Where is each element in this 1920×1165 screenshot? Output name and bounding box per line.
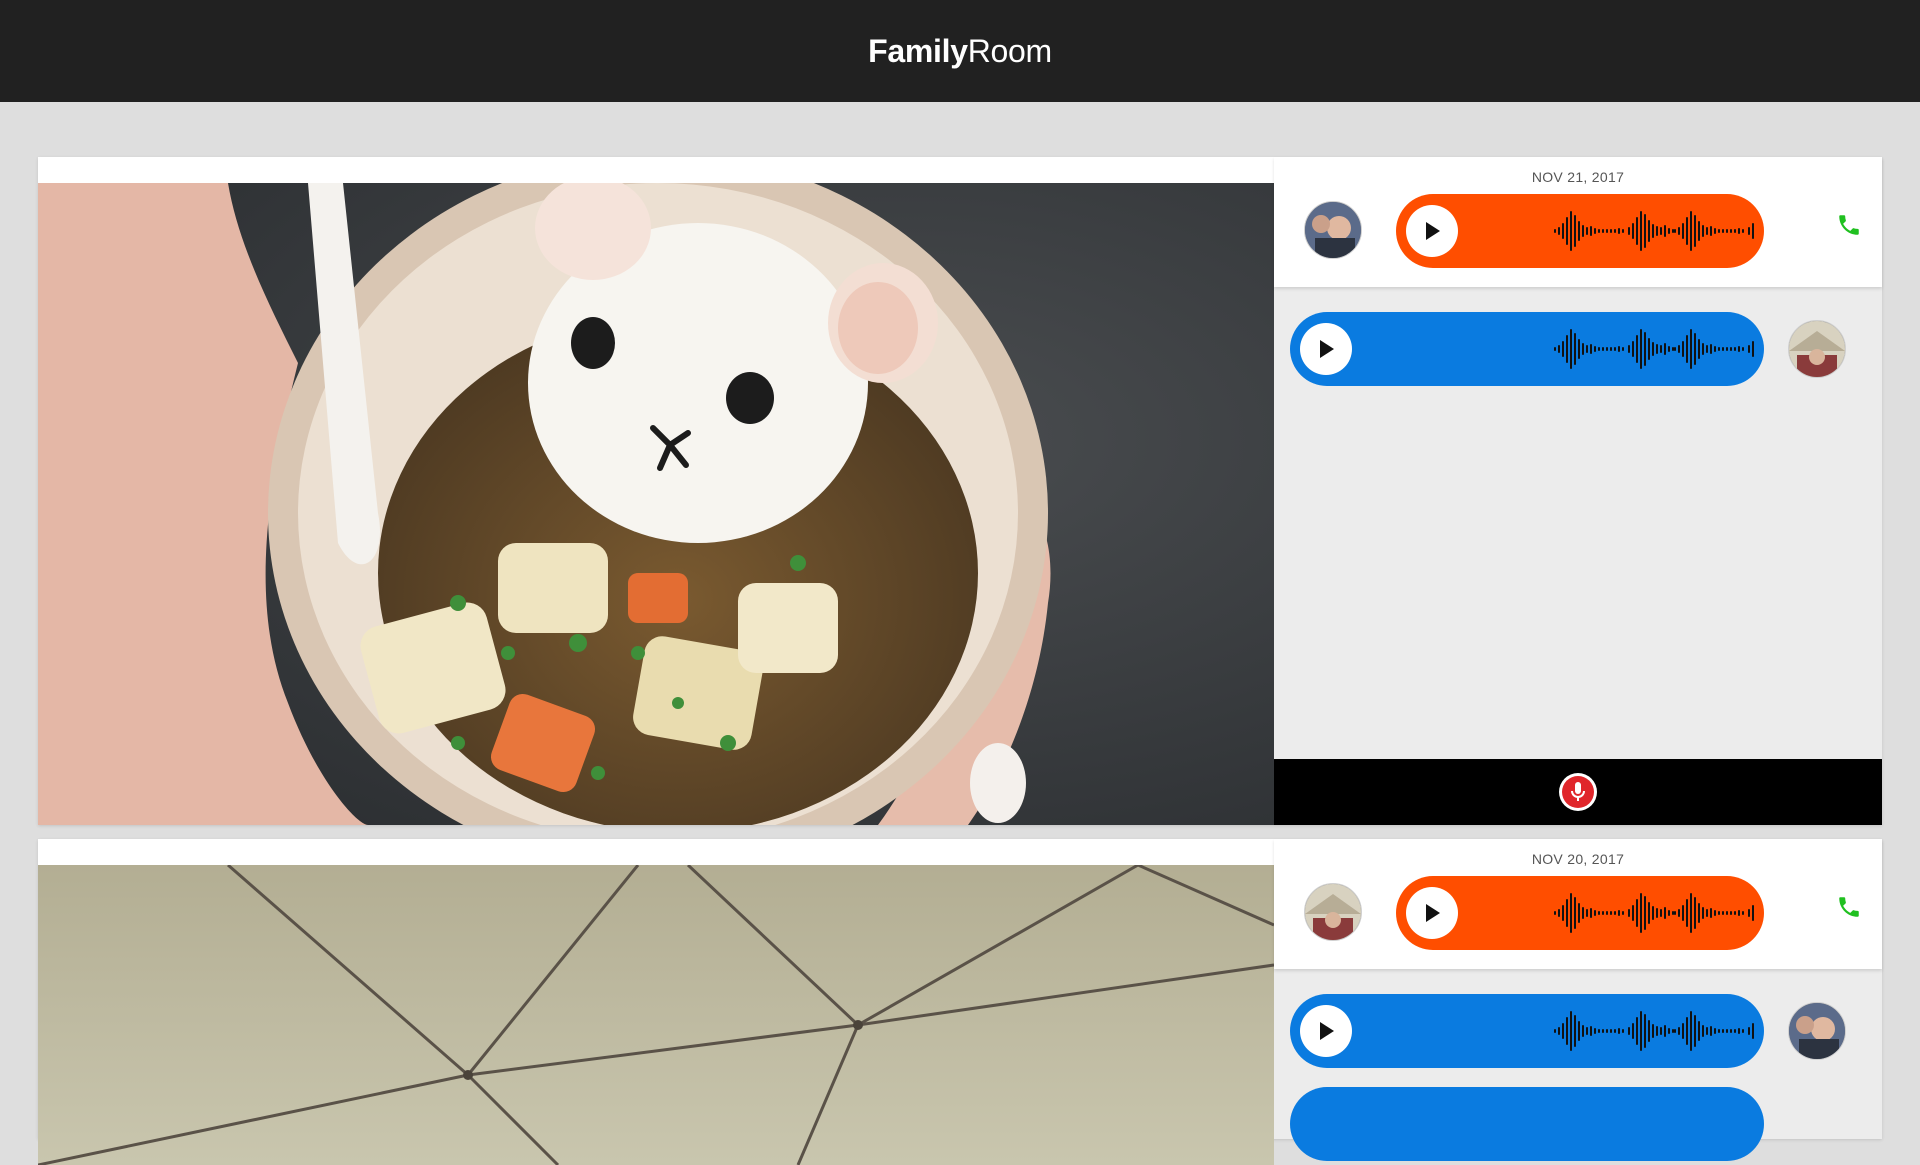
play-button[interactable] [1406, 887, 1458, 939]
play-button[interactable] [1300, 1005, 1352, 1057]
phone-icon [1839, 897, 1859, 917]
avatar[interactable] [1304, 201, 1362, 259]
app-title-light: Room [967, 32, 1052, 69]
record-button-fill [1562, 776, 1594, 808]
play-icon [1426, 222, 1440, 240]
app-title[interactable]: FamilyRoom [868, 33, 1052, 70]
post-photo[interactable] [38, 183, 1274, 825]
post-photo[interactable] [38, 865, 1274, 1165]
play-icon [1320, 1022, 1334, 1040]
voice-message-sent[interactable] [1396, 194, 1764, 268]
post-header: NOV 20, 2017 [1274, 839, 1882, 969]
phone-icon [1839, 215, 1859, 235]
waveform-icon [1554, 211, 1754, 251]
record-bar [1274, 759, 1882, 825]
top-bar: FamilyRoom [0, 0, 1920, 102]
voice-message-panel: NOV 21, 2017 [1274, 157, 1882, 825]
play-icon [1320, 340, 1334, 358]
voice-message-received[interactable] [1290, 994, 1764, 1068]
voice-message-received[interactable] [1290, 312, 1764, 386]
waveform-icon [1554, 329, 1754, 369]
avatar[interactable] [1788, 320, 1846, 378]
record-button[interactable] [1559, 773, 1597, 811]
play-icon [1426, 904, 1440, 922]
post-date: NOV 21, 2017 [1531, 169, 1625, 185]
voice-message-received[interactable] [1290, 1087, 1764, 1161]
post-header: NOV 21, 2017 [1274, 157, 1882, 287]
waveform-icon [1554, 893, 1754, 933]
avatar[interactable] [1788, 1002, 1846, 1060]
call-button[interactable] [1834, 892, 1864, 922]
voice-message-panel: NOV 20, 2017 [1274, 839, 1882, 1161]
voice-message-sent[interactable] [1396, 876, 1764, 950]
play-button[interactable] [1406, 205, 1458, 257]
post-date: NOV 20, 2017 [1531, 851, 1625, 867]
post-card: NOV 20, 2017 [38, 839, 1882, 1165]
avatar[interactable] [1304, 883, 1362, 941]
microphone-icon [1571, 782, 1585, 801]
waveform-icon [1554, 1011, 1754, 1051]
call-button[interactable] [1834, 210, 1864, 240]
app-title-bold: Family [868, 32, 968, 69]
post-card: NOV 21, 2017 [38, 157, 1882, 825]
play-button[interactable] [1300, 323, 1352, 375]
